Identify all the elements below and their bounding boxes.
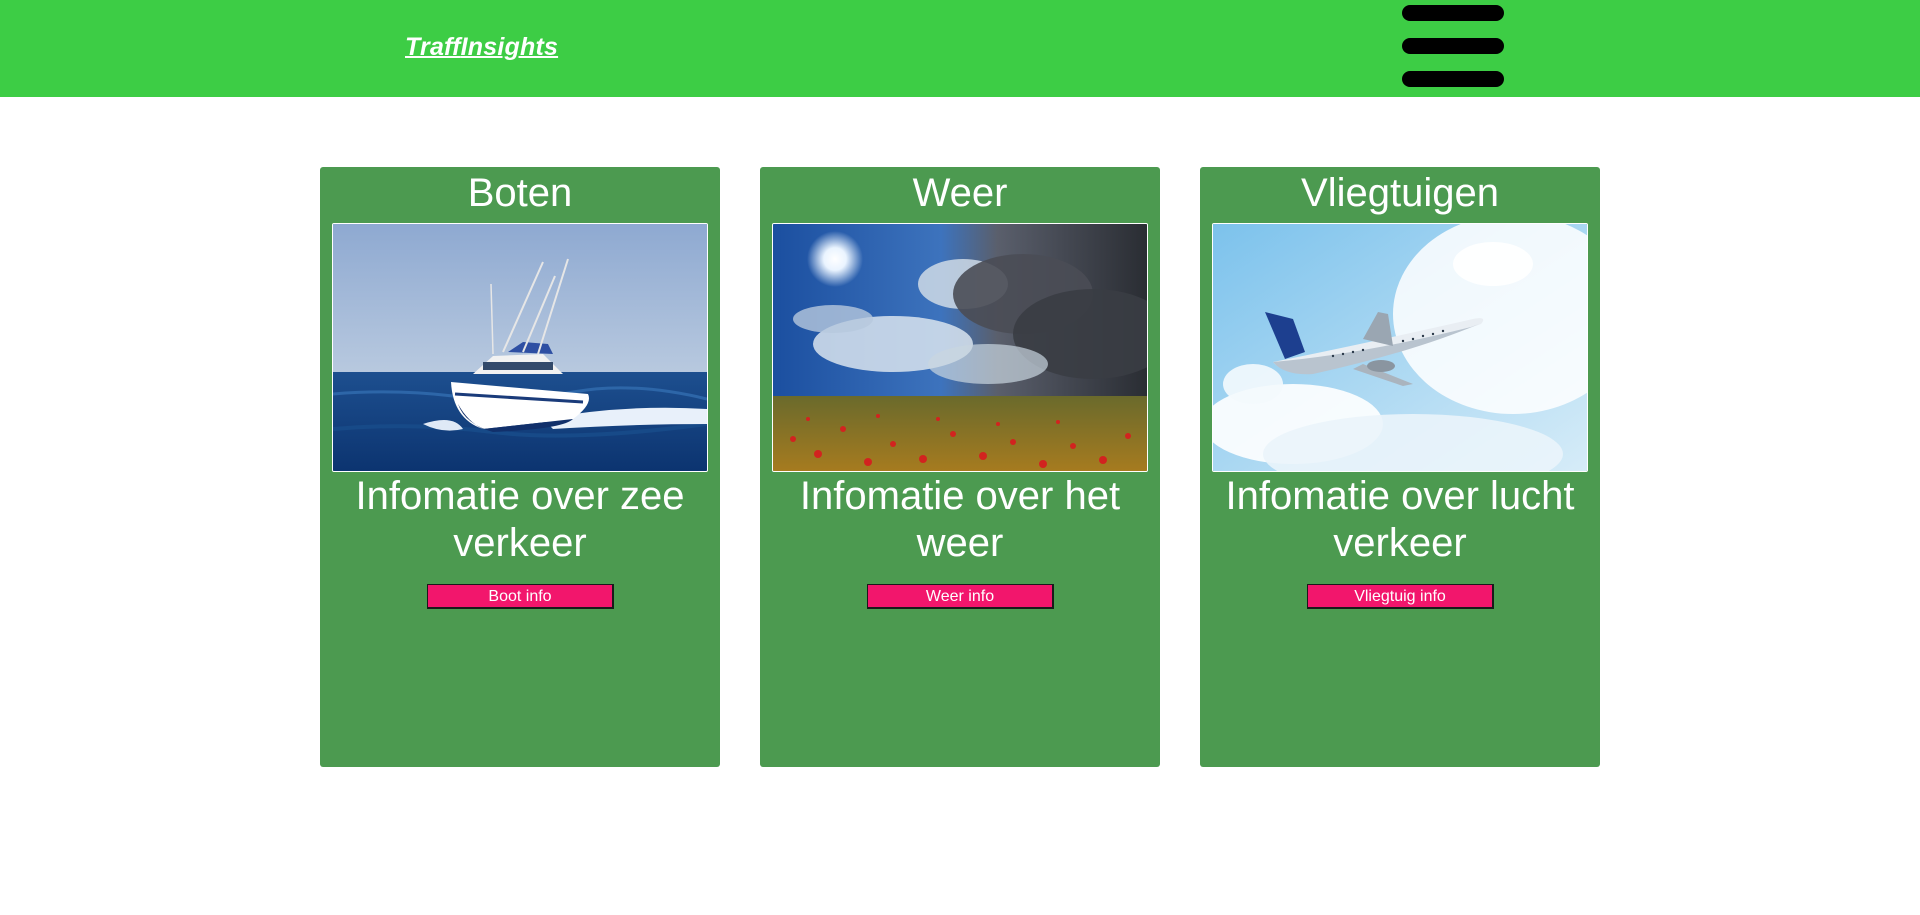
card-description: Infomatie over het weer [799,474,1121,565]
card-title: Vliegtuigen [1301,171,1499,215]
card-weer: Weer Infomatie over het weer Weer info [760,167,1160,767]
weather-sky-field-photo [772,223,1148,472]
boot-info-button[interactable]: Boot info [427,584,614,609]
motorboat-photo [332,223,708,472]
airplane-photo [1212,223,1588,472]
vliegtuig-info-button[interactable]: Vliegtuig info [1307,584,1494,609]
top-navbar: TraffInsights [0,0,1920,97]
hamburger-bar [1402,71,1504,87]
hamburger-bar [1402,38,1504,54]
site-logo[interactable]: TraffInsights [405,33,558,62]
card-vliegtuigen: Vliegtuigen Infomatie over lucht verkeer… [1200,167,1600,767]
logo-text-insights: Insights [460,33,559,61]
card-title: Weer [912,171,1008,215]
card-boten: Boten Infomatie over zee verkeer Boot in… [320,167,720,767]
hamburger-icon[interactable] [1402,5,1504,87]
logo-text-traff: Traff [405,33,461,61]
card-description: Infomatie over zee verkeer [355,474,685,565]
card-title: Boten [467,171,573,215]
weer-info-button[interactable]: Weer info [867,584,1054,609]
card-description: Infomatie over lucht verkeer [1225,474,1575,565]
hamburger-bar [1402,5,1504,21]
